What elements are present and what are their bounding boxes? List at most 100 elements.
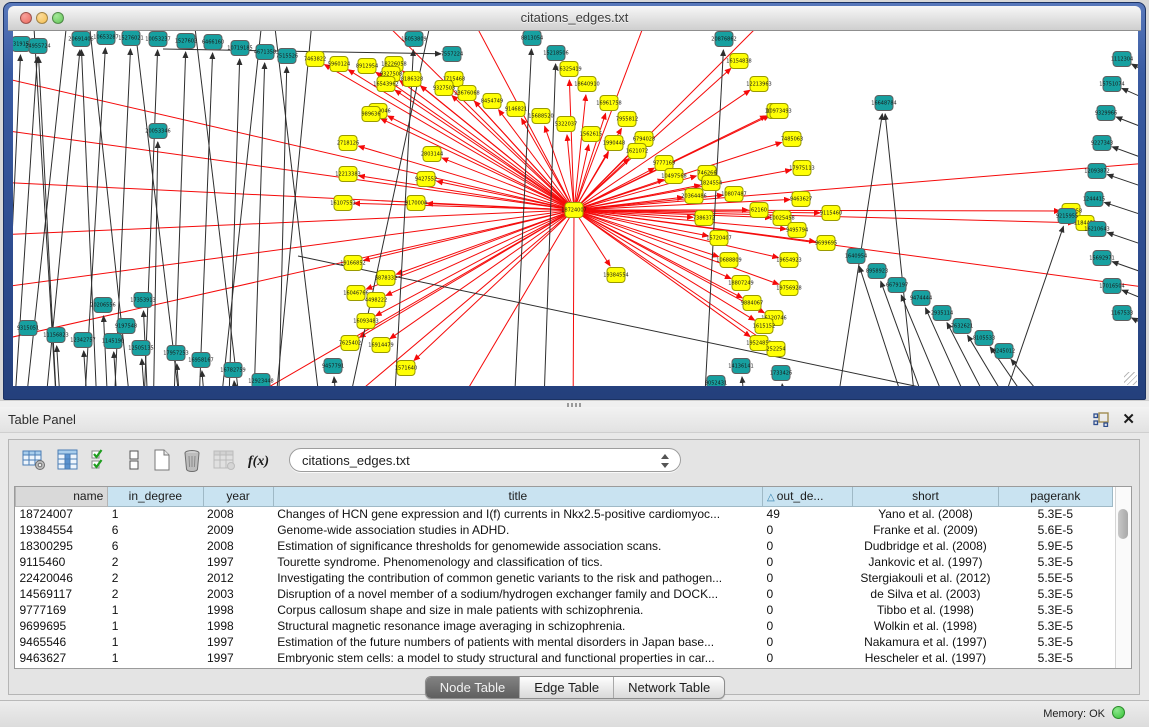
- table-settings-icon[interactable]: [21, 448, 47, 472]
- graph-edge[interactable]: [1107, 175, 1138, 197]
- graph-node[interactable]: 11156823: [43, 328, 68, 343]
- graph-node[interactable]: 10497568: [661, 169, 686, 184]
- table-row[interactable]: 946554611997Estimation of the future num…: [16, 634, 1113, 650]
- graph-node[interactable]: 4498222: [365, 293, 387, 308]
- graph-node[interactable]: 10719185: [227, 41, 252, 56]
- graph-node[interactable]: 6466160: [202, 35, 224, 50]
- graph-node[interactable]: 9146821: [505, 102, 527, 117]
- table-cell[interactable]: Investigating the contribution of common…: [273, 570, 762, 586]
- column-header-out-de-[interactable]: △out_de...: [763, 487, 853, 506]
- table-row[interactable]: 1456911722003Disruption of a novel membe…: [16, 586, 1113, 602]
- graph-node[interactable]: 12213963: [746, 77, 771, 92]
- graph-node[interactable]: 7386372: [693, 211, 715, 226]
- table-cell[interactable]: 6: [108, 538, 203, 554]
- graph-node[interactable]: 8958923: [866, 264, 888, 279]
- table-cell[interactable]: 9777169: [16, 602, 108, 618]
- graph-node[interactable]: 7515526: [276, 49, 298, 64]
- column-header-year[interactable]: year: [203, 487, 273, 506]
- graph-node[interactable]: 16961758: [596, 96, 621, 111]
- table-cell[interactable]: Dudbridge et al. (2008): [853, 538, 998, 554]
- table-cell[interactable]: Hescheler et al. (1997): [853, 650, 998, 666]
- graph-node[interactable]: 10653287: [93, 31, 118, 45]
- table-cell[interactable]: Stergiakouli et al. (2012): [853, 570, 998, 586]
- table-cell[interactable]: 2: [108, 570, 203, 586]
- table-cell[interactable]: 1: [108, 618, 203, 634]
- graph-node[interactable]: 9197548: [115, 319, 137, 334]
- table-cell[interactable]: Embryonic stem cells: a model to study s…: [273, 650, 762, 666]
- graph-node[interactable]: 9463627: [790, 192, 812, 207]
- graph-node[interactable]: 20053346: [145, 124, 170, 139]
- table-cell[interactable]: 9465546: [16, 634, 108, 650]
- table-cell[interactable]: 2: [108, 554, 203, 570]
- graph-edge[interactable]: [198, 53, 213, 386]
- graph-node[interactable]: 15218506: [543, 46, 568, 61]
- table-cell[interactable]: 0: [763, 522, 853, 538]
- table-cell[interactable]: 5.9E-5: [998, 538, 1112, 554]
- graph-node[interactable]: 1824554: [700, 176, 722, 191]
- tab-edge-table[interactable]: Edge Table: [519, 677, 613, 698]
- graph-node[interactable]: 20206556: [90, 298, 115, 313]
- table-cell[interactable]: Estimation of the future numbers of pati…: [273, 634, 762, 650]
- float-panel-icon[interactable]: [1093, 412, 1109, 427]
- graph-node[interactable]: 16325419: [556, 62, 581, 77]
- graph-edge[interactable]: [1107, 233, 1138, 255]
- graph-node[interactable]: 18724007: [561, 203, 586, 218]
- graph-node[interactable]: 16093483: [353, 314, 378, 329]
- table-cell[interactable]: 14569117: [16, 586, 108, 602]
- graph-edge[interactable]: [1122, 88, 1138, 111]
- graph-node[interactable]: 1990448: [603, 136, 625, 151]
- graph-node[interactable]: 9245012: [993, 344, 1015, 359]
- table-cell[interactable]: 2009: [203, 522, 273, 538]
- table-cell[interactable]: 9699695: [16, 618, 108, 634]
- close-panel-icon[interactable]: ✕: [1122, 410, 1135, 428]
- table-cell[interactable]: Tibbo et al. (1998): [853, 602, 998, 618]
- graph-node[interactable]: 4671358: [254, 45, 276, 60]
- graph-node[interactable]: 12505135: [128, 341, 153, 356]
- graph-node[interactable]: 1112304: [1111, 52, 1133, 67]
- table-cell[interactable]: 5.3E-5: [998, 650, 1112, 666]
- graph-node[interactable]: 10688809: [716, 253, 741, 268]
- graph-edge[interactable]: [228, 59, 240, 386]
- graph-node[interactable]: 5322037: [555, 117, 577, 132]
- graph-node[interactable]: 1640954: [845, 249, 867, 264]
- table-cell[interactable]: Genome-wide association studies in ADHD.: [273, 522, 762, 538]
- graph-node[interactable]: 8186328: [401, 72, 423, 87]
- graph-edge[interactable]: [133, 31, 183, 386]
- graph-node[interactable]: 16914479: [368, 338, 393, 353]
- network-canvas[interactable]: 1872400774638225960124891295418226058932…: [13, 31, 1138, 386]
- graph-node[interactable]: 1621072: [626, 144, 648, 159]
- graph-node[interactable]: 8105533: [973, 331, 995, 346]
- graph-node[interactable]: 9215955: [1056, 209, 1078, 224]
- graph-node[interactable]: 7485063: [781, 132, 803, 147]
- graph-node[interactable]: 19166852: [340, 256, 365, 271]
- graph-node[interactable]: 9115460: [820, 206, 842, 221]
- graph-node[interactable]: 9884067: [741, 296, 763, 311]
- graph-edge[interactable]: [334, 377, 339, 386]
- graph-edge[interactable]: [782, 384, 787, 386]
- graph-node[interactable]: 16210643: [1084, 222, 1109, 237]
- graph-edge[interactable]: [104, 316, 109, 386]
- table-cell[interactable]: 5.3E-5: [998, 506, 1112, 522]
- graph-node[interactable]: 16107553: [330, 196, 355, 211]
- graph-node[interactable]: 8454749: [481, 94, 503, 109]
- graph-node[interactable]: 16648784: [871, 96, 896, 111]
- graph-edge[interactable]: [574, 210, 750, 337]
- graph-node[interactable]: 24955724: [25, 39, 50, 54]
- graph-node[interactable]: 9457791: [322, 359, 344, 374]
- table-cell[interactable]: 0: [763, 554, 853, 570]
- graph-node[interactable]: 20691406: [68, 32, 93, 47]
- function-builder-icon[interactable]: f(x): [245, 448, 275, 472]
- graph-node[interactable]: 9052431: [705, 376, 727, 387]
- table-cell[interactable]: Tourette syndrome. Phenomenology and cla…: [273, 554, 762, 570]
- column-header-title[interactable]: title: [273, 487, 762, 506]
- table-cell[interactable]: Yano et al. (2008): [853, 506, 998, 522]
- window-titlebar[interactable]: citations_edges.txt: [8, 6, 1141, 31]
- graph-node[interactable]: 7625402: [339, 336, 361, 351]
- graph-node[interactable]: 23676068: [454, 86, 479, 101]
- graph-node[interactable]: 20876862: [711, 32, 736, 47]
- graph-edge[interactable]: [202, 371, 207, 386]
- graph-node[interactable]: 9699695: [815, 236, 837, 251]
- graph-node[interactable]: 15720407: [706, 231, 731, 246]
- graph-node[interactable]: 16543962: [373, 77, 398, 92]
- graph-node[interactable]: 7955812: [616, 112, 638, 127]
